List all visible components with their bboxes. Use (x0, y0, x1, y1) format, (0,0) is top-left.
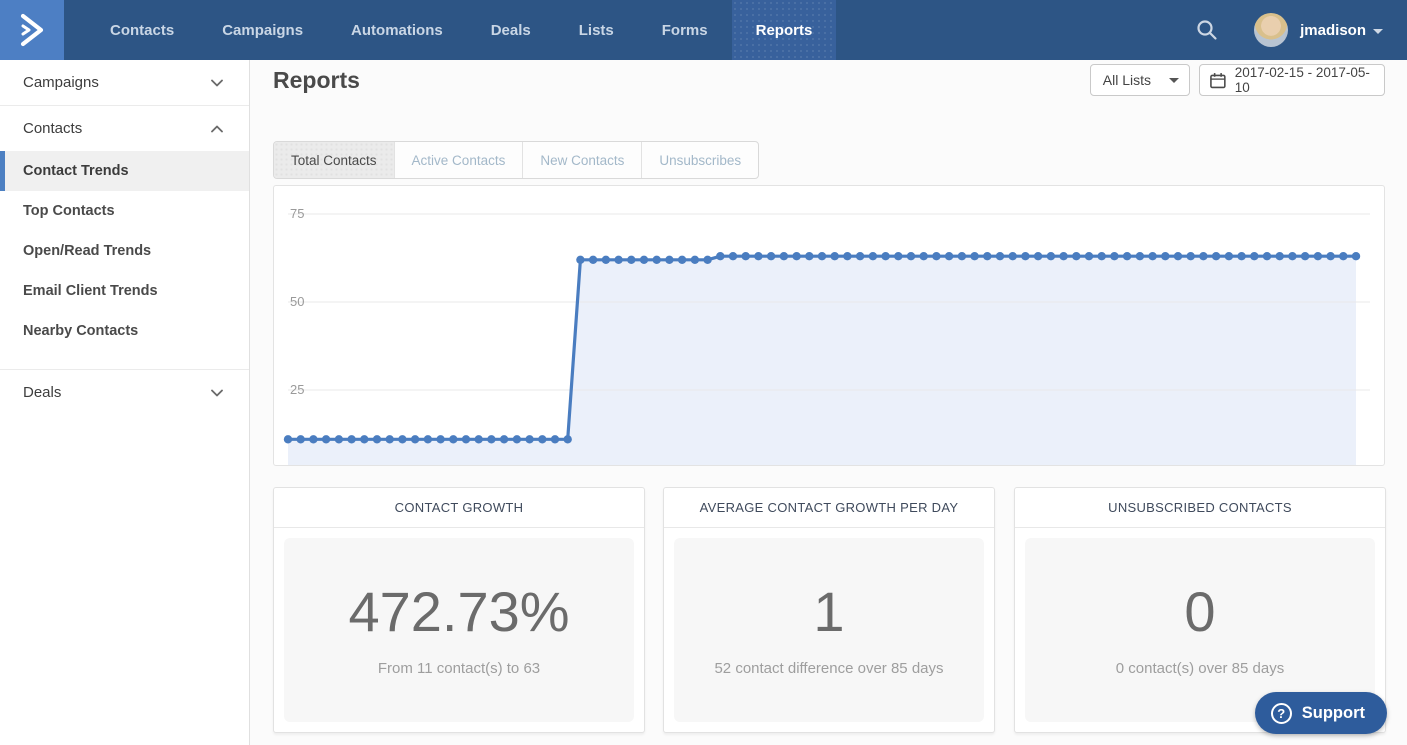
select-caret-icon (1169, 78, 1179, 83)
card-title: AVERAGE CONTACT GROWTH PER DAY (664, 488, 994, 528)
nav-right-group: jmadison (1196, 0, 1407, 60)
contact-growth-subtitle: From 11 contact(s) to 63 (378, 660, 540, 677)
logo-chevron-icon (16, 13, 48, 47)
date-range-picker[interactable]: 2017-02-15 - 2017-05-10 (1199, 64, 1385, 96)
nav-item-forms[interactable]: Forms (638, 0, 732, 60)
sidebar-section-deals[interactable]: Deals (0, 370, 249, 415)
card-body: 472.73% From 11 contact(s) to 63 (284, 538, 634, 722)
search-button[interactable] (1196, 19, 1218, 41)
search-icon (1196, 19, 1218, 41)
tab-total-contacts[interactable]: Total Contacts (274, 142, 394, 178)
top-nav: Contacts Campaigns Automations Deals Lis… (0, 0, 1407, 60)
avg-growth-value: 1 (813, 584, 844, 640)
support-label: Support (1302, 704, 1365, 723)
list-filter-select[interactable]: All Lists (1090, 64, 1190, 96)
main-menu: Contacts Campaigns Automations Deals Lis… (86, 0, 836, 60)
sidebar-section-label: Campaigns (23, 74, 99, 91)
nav-item-contacts[interactable]: Contacts (86, 0, 198, 60)
sidebar-section-contacts[interactable]: Contacts (0, 106, 249, 151)
tab-new-contacts[interactable]: New Contacts (522, 142, 641, 178)
contact-growth-value: 472.73% (348, 584, 569, 640)
app-window: Contacts Campaigns Automations Deals Lis… (0, 0, 1407, 745)
user-menu[interactable]: jmadison (1300, 22, 1366, 39)
question-circle-icon: ? (1271, 703, 1292, 724)
sidebar-item-email-client-trends[interactable]: Email Client Trends (0, 271, 249, 311)
contact-growth-card: CONTACT GROWTH 472.73% From 11 contact(s… (273, 487, 645, 733)
card-title: UNSUBSCRIBED CONTACTS (1015, 488, 1385, 528)
app-logo[interactable] (0, 0, 64, 60)
tab-unsubscribes[interactable]: Unsubscribes (641, 142, 758, 178)
list-filter-value: All Lists (1103, 72, 1151, 88)
chevron-down-icon (211, 79, 223, 87)
chevron-up-icon (211, 125, 223, 133)
sidebar-section-label: Deals (23, 384, 61, 401)
nav-item-lists[interactable]: Lists (555, 0, 638, 60)
report-tabs: Total Contacts Active Contacts New Conta… (273, 141, 759, 179)
chevron-down-icon (211, 389, 223, 397)
reports-sidebar: Campaigns Contacts Contact Trends Top Co… (0, 60, 250, 745)
y-axis-tick-25: 25 (290, 383, 304, 396)
support-button[interactable]: ? Support (1255, 692, 1387, 734)
sidebar-section-campaigns[interactable]: Campaigns (0, 60, 249, 105)
trend-chart (274, 186, 1384, 465)
nav-item-campaigns[interactable]: Campaigns (198, 0, 327, 60)
nav-item-automations[interactable]: Automations (327, 0, 467, 60)
nav-item-reports[interactable]: Reports (732, 0, 837, 60)
unsubscribed-value: 0 (1184, 584, 1215, 640)
sidebar-item-open-read-trends[interactable]: Open/Read Trends (0, 231, 249, 271)
sidebar-spacer (0, 351, 249, 369)
sidebar-item-nearby-contacts[interactable]: Nearby Contacts (0, 311, 249, 351)
main-content: Reports All Lists 2017-02-15 - 2017-05-1… (250, 60, 1407, 745)
calendar-icon (1210, 72, 1226, 89)
page-title: Reports (273, 67, 360, 94)
sidebar-item-contact-trends[interactable]: Contact Trends (0, 151, 249, 191)
contact-trends-chart-card: 75 50 25 (273, 185, 1385, 466)
y-axis-tick-50: 50 (290, 295, 304, 308)
user-caret-down-icon[interactable] (1373, 29, 1383, 34)
y-axis-tick-75: 75 (290, 207, 304, 220)
tab-active-contacts[interactable]: Active Contacts (394, 142, 523, 178)
avg-growth-card: AVERAGE CONTACT GROWTH PER DAY 1 52 cont… (663, 487, 995, 733)
unsubscribed-subtitle: 0 contact(s) over 85 days (1116, 660, 1284, 677)
sidebar-section-label: Contacts (23, 120, 82, 137)
nav-item-deals[interactable]: Deals (467, 0, 555, 60)
card-title: CONTACT GROWTH (274, 488, 644, 528)
card-body: 1 52 contact difference over 85 days (674, 538, 984, 722)
date-range-value: 2017-02-15 - 2017-05-10 (1235, 65, 1374, 95)
avg-growth-subtitle: 52 contact difference over 85 days (714, 660, 943, 677)
sidebar-item-top-contacts[interactable]: Top Contacts (0, 191, 249, 231)
user-avatar[interactable] (1254, 13, 1288, 47)
